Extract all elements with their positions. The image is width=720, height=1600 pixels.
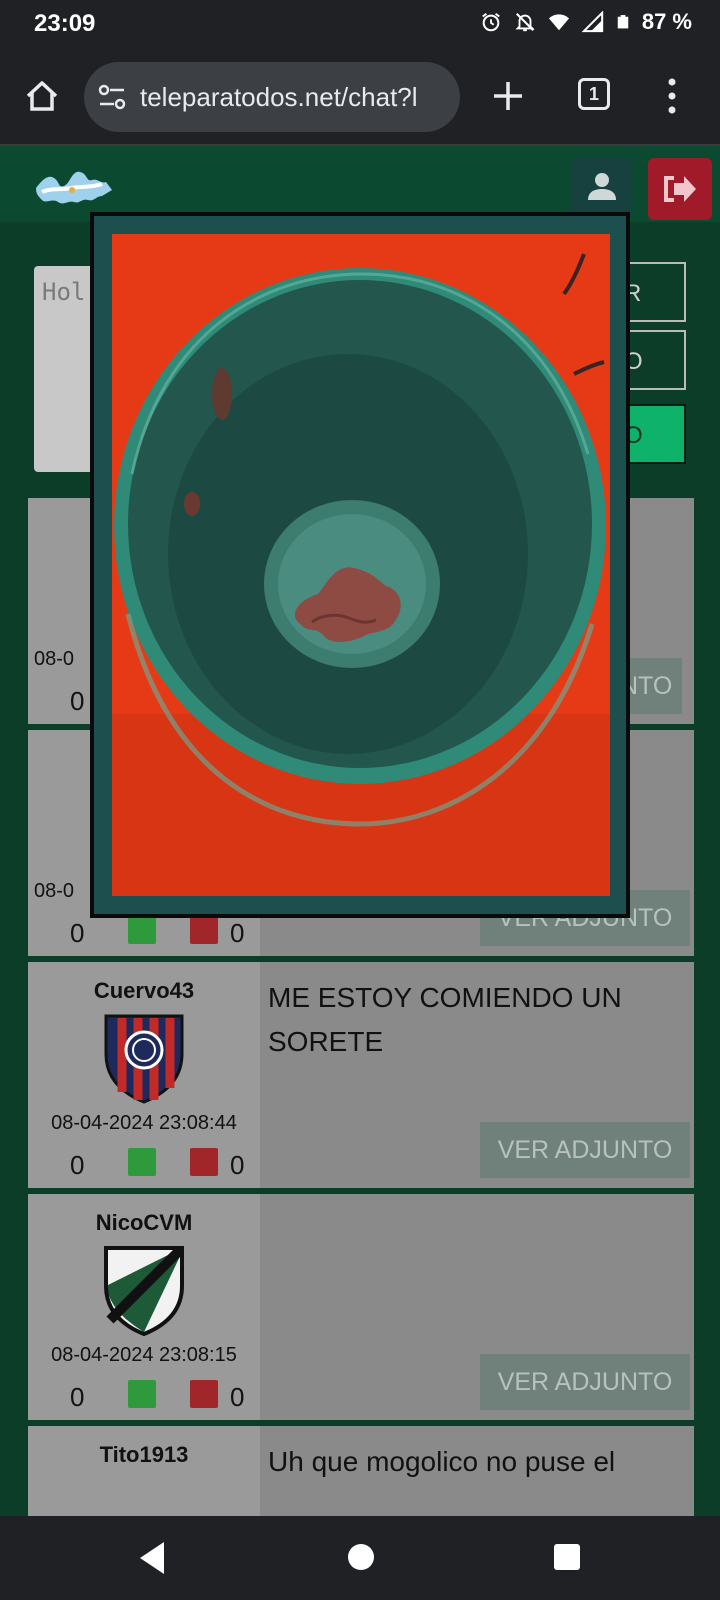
battery-icon [617, 15, 629, 29]
more-vert-icon[interactable] [664, 76, 680, 116]
attachment-modal [90, 212, 630, 918]
wifi-icon [548, 14, 569, 31]
browser-toolbar: teleparatodos.net/chat?l 1 [0, 48, 720, 146]
status-time: 23:09 [34, 10, 96, 37]
site-settings-icon[interactable] [98, 84, 126, 110]
nav-recents-icon[interactable] [554, 1544, 580, 1570]
system-nav-bar [0, 1516, 720, 1600]
bell-off-icon [515, 13, 535, 32]
address-bar[interactable]: teleparatodos.net/chat?l [84, 62, 460, 132]
alarm-icon [481, 12, 500, 32]
plus-icon[interactable] [488, 76, 528, 116]
signal-icon [581, 11, 604, 33]
home-icon[interactable] [22, 76, 62, 116]
status-icons: 87 % [480, 9, 692, 35]
url-text[interactable]: teleparatodos.net/chat?l [140, 82, 448, 113]
nav-back-icon[interactable] [136, 1540, 168, 1576]
tabs-icon[interactable]: 1 [578, 78, 610, 110]
attachment-photo[interactable] [112, 234, 610, 896]
battery-percent: 87 % [641, 9, 692, 34]
nav-home-icon[interactable] [348, 1544, 374, 1570]
status-bar: 23:09 87 % [0, 0, 720, 48]
